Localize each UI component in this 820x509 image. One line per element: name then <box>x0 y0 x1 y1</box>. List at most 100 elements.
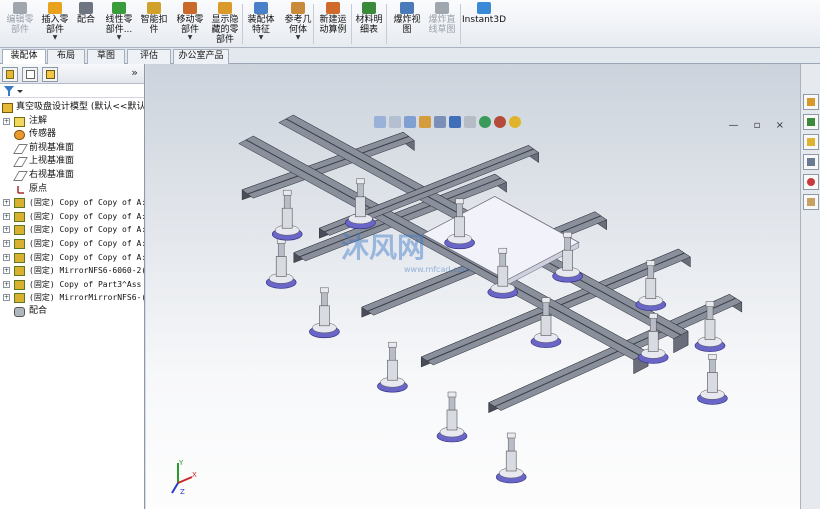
toolbar-button-11[interactable]: 爆炸视 图 <box>390 2 424 46</box>
tree-item-label: 真空吸盘设计模型 (默认<<默认 <box>16 102 144 112</box>
toolbar-button-0[interactable]: 编辑零 部件 <box>3 2 37 46</box>
tree-item[interactable]: + (固定) Copy of Copy of A: <box>0 237 144 251</box>
plane-icon <box>13 157 28 168</box>
tree-item[interactable]: 前视基准面 <box>0 142 144 156</box>
coordinate-triad: Y X Z <box>171 459 197 496</box>
dropdown-arrow-icon[interactable]: ▼ <box>188 35 193 41</box>
tree-item[interactable]: 上视基准面 <box>0 155 144 169</box>
dropdown-arrow-icon[interactable]: ▼ <box>296 35 301 41</box>
tree-item[interactable]: + (固定) Copy of Copy of A: <box>0 196 144 210</box>
appearances-icon[interactable] <box>803 174 819 190</box>
suction-cup-front-7-body <box>497 265 509 287</box>
feature-tree: 真空吸盘设计模型 (默认<<默认 + 注解 传感器 前视基准面 上视基准面 右视基准面 原点 +… <box>0 98 144 319</box>
tree-item[interactable]: + (固定) MirrorNFS6-6060-2( <box>0 264 144 278</box>
tree-item[interactable]: 配合 <box>0 305 144 319</box>
suction-cup-front-0-body <box>355 196 366 218</box>
suction-cup-back-4-cap <box>506 432 516 439</box>
tab-1[interactable]: 布局 <box>47 49 85 64</box>
toolbar-button-2[interactable]: 配合 <box>74 2 98 46</box>
tree-root-item[interactable]: 真空吸盘设计模型 (默认<<默认 <box>0 101 144 115</box>
tree-item[interactable]: + (固定) Copy of Part3^Ass <box>0 278 144 292</box>
tree-item[interactable]: + (固定) Copy of Copy of A: <box>0 251 144 265</box>
suction-cup-back-3-cap <box>447 391 457 398</box>
tab-3[interactable]: 评估 <box>127 49 171 64</box>
toolbar-button-9[interactable]: 新建运 动算例 <box>316 2 350 46</box>
expand-toggle-icon[interactable]: + <box>3 212 10 220</box>
show-hidden-icon <box>218 2 232 14</box>
suction-cup-front-6-cap <box>541 297 551 303</box>
tree-item[interactable]: + (固定) MirrorMirrorNFS6-( <box>0 291 144 305</box>
home-icon[interactable] <box>803 94 819 110</box>
toolbar-button-5[interactable]: 移动零 部件 ▼ <box>173 2 207 46</box>
tree-filter[interactable] <box>0 84 144 98</box>
configuration-manager-tab[interactable] <box>42 67 58 82</box>
property-tab-icon <box>26 70 35 79</box>
expand-toggle-icon[interactable]: + <box>3 239 10 247</box>
suction-cup-back-5-cap <box>282 189 292 196</box>
tree-item-label: 注解 <box>29 115 48 126</box>
dropdown-arrow-icon[interactable]: ▼ <box>53 35 58 41</box>
expand-toggle-icon[interactable]: + <box>3 117 10 125</box>
plane-icon <box>13 143 28 154</box>
vacuum-gripper-model[interactable]: 沐风网www.mfcad.com <box>146 64 800 509</box>
expand-toggle-icon[interactable]: + <box>3 226 10 234</box>
assembly-icon <box>2 103 13 113</box>
expand-toggle-icon[interactable]: + <box>3 267 10 275</box>
tab-2[interactable]: 草图 <box>87 49 125 64</box>
suction-cup-back-1-cap <box>320 287 329 294</box>
tab-0[interactable]: 装配体 <box>2 49 46 65</box>
suction-cup-back-5-rod <box>283 193 291 209</box>
toolbar-button-6[interactable]: 显示隐 藏的零 部件 <box>206 2 244 46</box>
tab-4[interactable]: 办公室产品 <box>173 49 229 64</box>
suction-cup-front-2-cap <box>563 231 572 238</box>
tree-item-label: 配合 <box>29 305 48 316</box>
expand-toggle-icon[interactable]: + <box>3 199 10 207</box>
toolbar-button-3[interactable]: 线性零 部件... ▼ <box>102 2 136 46</box>
suction-cup-back-0-body <box>275 256 287 277</box>
edit-component-icon <box>13 2 27 14</box>
expand-toggle-icon[interactable]: + <box>3 280 10 288</box>
tree-item-label: (固定) Copy of Copy of A: <box>29 225 144 235</box>
expand-toggle-icon[interactable]: + <box>3 253 10 261</box>
toolbar-button-7[interactable]: 装配体 特征 ▼ <box>244 2 278 46</box>
dropdown-arrow-icon[interactable]: ▼ <box>259 35 264 41</box>
toolbar-button-12[interactable]: 爆炸直 线草图 <box>425 2 459 46</box>
suction-cup-back-2-cap <box>388 341 397 348</box>
graphics-viewport[interactable]: — ▫ × 沐风网 www.mfcad.com Y X Z <box>146 64 800 509</box>
suction-cup-back-3-rod <box>448 395 456 411</box>
view-palette-icon[interactable] <box>803 154 819 170</box>
toolbar-button-8[interactable]: 参考几 何体 ▼ <box>281 2 315 46</box>
tree-item[interactable]: + (固定) Copy of Copy of A: <box>0 210 144 224</box>
subassembly-icon <box>14 266 25 277</box>
tree-item[interactable]: 传感器 <box>0 128 144 142</box>
tree-item-label: (固定) MirrorNFS6-6060-2( <box>29 266 144 276</box>
toolbar-button-4[interactable]: 智能扣 件 <box>139 2 169 46</box>
toolbar-button-label: 材料明 细表 <box>355 15 383 35</box>
file-explorer-icon[interactable] <box>803 134 819 150</box>
expand-toggle-icon[interactable]: + <box>3 294 10 302</box>
suction-cup-front-6-body <box>540 315 552 336</box>
property-manager-tab[interactable] <box>22 67 38 82</box>
tree-item-label: (固定) Copy of Copy of A: <box>29 252 144 262</box>
feature-manager-panel: » 真空吸盘设计模型 (默认<<默认 + 注解传感器 前视基准面 上视基准面右视基准面原… <box>0 64 145 509</box>
feature-manager-tab[interactable] <box>2 67 18 82</box>
suction-cup-back-3-body <box>446 409 458 431</box>
toolbar-button-1[interactable]: 插入零 部件 ▼ <box>38 2 72 46</box>
toolbar-button-label: 爆炸视 图 <box>393 15 421 35</box>
tree-item[interactable]: + (固定) Copy of Copy of A: <box>0 223 144 237</box>
tree-item[interactable]: 右视基准面 <box>0 169 144 183</box>
tree-item-label: (固定) Copy of Copy of A: <box>29 238 144 248</box>
subassembly-icon <box>14 211 25 222</box>
suction-cup-front-5-rod <box>709 358 716 373</box>
toolbar-button-label: 配合 <box>76 15 95 25</box>
tree-item[interactable]: 原点 <box>0 183 144 197</box>
panel-collapse-button[interactable]: » <box>131 66 138 79</box>
dropdown-arrow-icon[interactable]: ▼ <box>117 35 122 41</box>
custom-properties-icon[interactable] <box>803 194 819 210</box>
design-library-icon[interactable] <box>803 114 819 130</box>
tree-item[interactable]: + 注解 <box>0 115 144 129</box>
toolbar-button-10[interactable]: 材料明 细表 <box>354 2 384 46</box>
tree-item-label: 上视基准面 <box>29 156 75 167</box>
toolbar-button-label: 参考几 何体 <box>284 15 312 35</box>
toolbar-button-13[interactable]: Instant3D <box>462 2 506 46</box>
